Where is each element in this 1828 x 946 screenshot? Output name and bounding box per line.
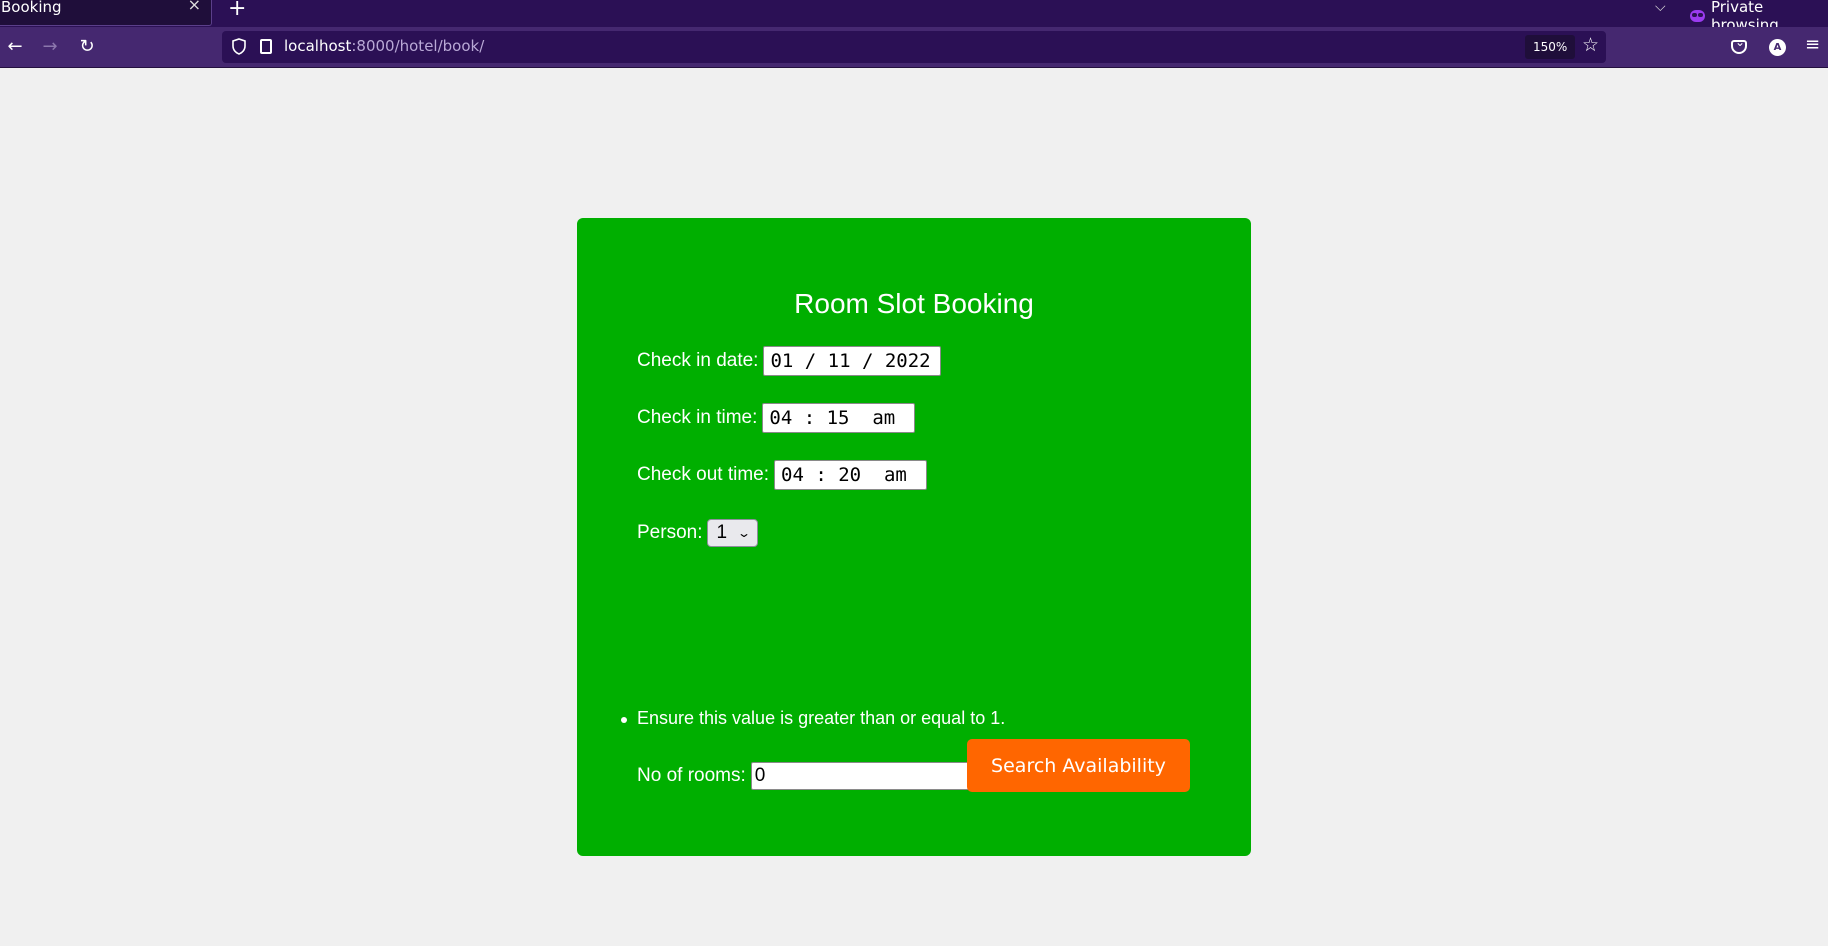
pocket-icon[interactable] xyxy=(1731,35,1747,54)
rooms-value: 0 xyxy=(754,765,766,786)
checkout-time-input[interactable]: 04 : 20 am xyxy=(774,460,927,490)
url-bar[interactable]: localhost:8000/hotel/book/ 150% ☆ xyxy=(222,31,1606,63)
error-message: Ensure this value is greater than or equ… xyxy=(620,708,1006,728)
person-select[interactable]: 1 ⌄ xyxy=(707,519,759,547)
tab-booking[interactable]: Booking × xyxy=(0,0,212,26)
checkin-time-input[interactable]: 04 : 15 am xyxy=(762,403,916,433)
private-mask-icon xyxy=(1690,10,1705,22)
booking-form-card: Room Slot Booking Check in date: 01 / 11… xyxy=(577,218,1251,856)
checkin-time-label: Check in time: xyxy=(637,407,758,428)
checkin-time-row: Check in time: 04 : 15 am xyxy=(637,403,916,433)
rooms-label: No of rooms: xyxy=(637,765,746,786)
url-text[interactable]: localhost:8000/hotel/book/ xyxy=(284,37,484,55)
navigation-toolbar: ← → ↻ localhost:8000/hotel/book/ 150% ☆ … xyxy=(0,27,1828,68)
reload-icon[interactable]: ↻ xyxy=(75,35,99,59)
zoom-level-badge[interactable]: 150% xyxy=(1525,35,1576,59)
checkin-date-input[interactable]: 01 / 11 / 2022 xyxy=(763,346,942,376)
url-host: localhost xyxy=(284,37,352,55)
chevron-down-icon: ⌄ xyxy=(737,526,752,540)
close-tab-icon[interactable]: × xyxy=(188,0,201,13)
back-arrow-icon[interactable]: ← xyxy=(3,35,27,59)
bookmark-star-icon[interactable]: ☆ xyxy=(1582,34,1599,56)
page-content: Room Slot Booking Check in date: 01 / 11… xyxy=(0,68,1828,946)
error-list: Ensure this value is greater than or equ… xyxy=(620,708,1006,729)
tab-list-chevron-icon[interactable]: ⌵ xyxy=(1655,0,1666,15)
person-label: Person: xyxy=(637,522,703,543)
tab-bar: Booking × + ⌵ Private browsing xyxy=(0,0,1828,34)
forward-arrow-icon[interactable]: → xyxy=(38,35,62,59)
person-row: Person: 1 ⌄ xyxy=(637,519,759,547)
checkin-date-row: Check in date: 01 / 11 / 2022 xyxy=(637,346,942,376)
search-availability-button[interactable]: Search Availability xyxy=(967,739,1190,792)
person-selected-value: 1 xyxy=(716,522,728,543)
tracking-shield-icon[interactable] xyxy=(232,38,246,55)
form-title: Room Slot Booking xyxy=(794,288,1034,319)
hamburger-menu-icon[interactable]: ≡ xyxy=(1805,34,1820,55)
tab-title: Booking xyxy=(1,0,62,16)
page-info-icon[interactable] xyxy=(260,39,272,54)
new-tab-button[interactable]: + xyxy=(228,0,246,21)
checkout-time-row: Check out time: 04 : 20 am xyxy=(637,460,927,490)
url-path: :8000/hotel/book/ xyxy=(351,37,485,55)
account-avatar-icon[interactable]: A xyxy=(1769,39,1786,56)
checkin-date-label: Check in date: xyxy=(637,350,759,371)
checkout-time-label: Check out time: xyxy=(637,464,769,485)
